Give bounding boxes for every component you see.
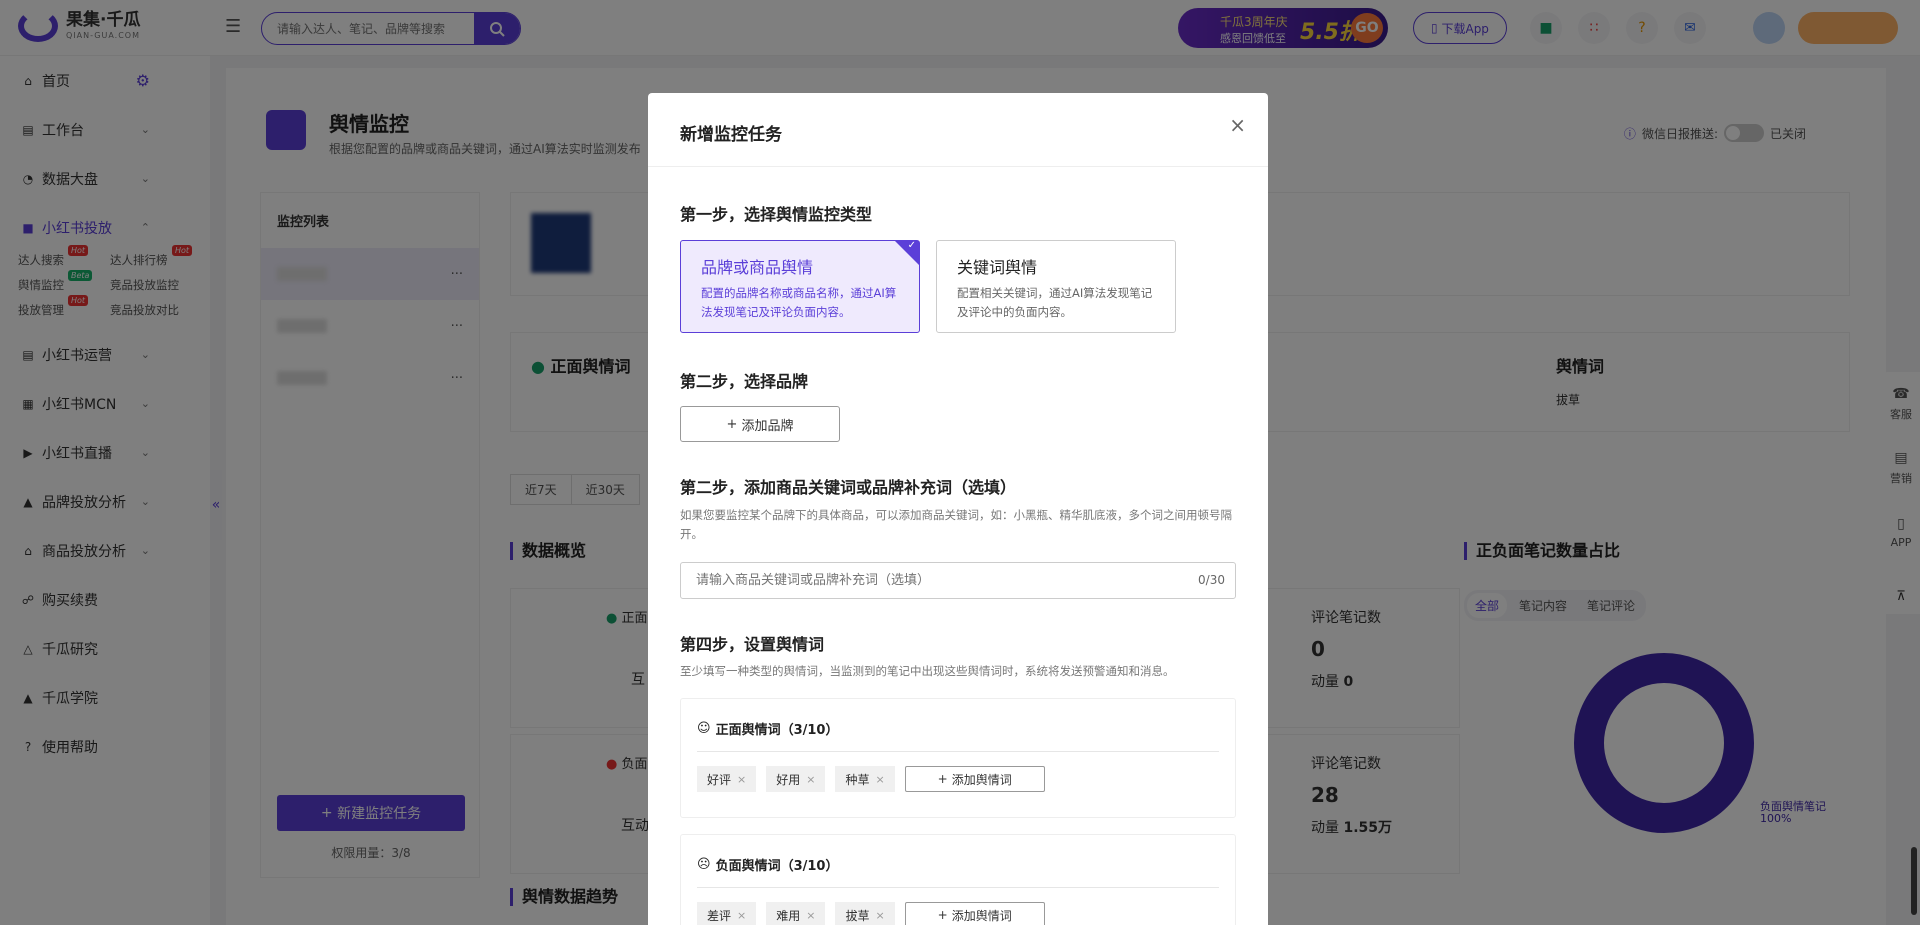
remove-icon[interactable]: × (806, 909, 815, 922)
negative-words-header: ☹ 负面舆情词（3/10） (697, 835, 1219, 888)
remove-icon[interactable]: × (875, 773, 884, 786)
keyword-input[interactable] (681, 563, 1161, 598)
close-icon[interactable]: × (1229, 113, 1246, 137)
tag-label: 好评 (707, 772, 732, 787)
plus-icon: + (726, 416, 738, 432)
tag-label: 难用 (776, 908, 801, 923)
smile-icon: ☺ (697, 721, 711, 736)
frown-icon: ☹ (697, 857, 711, 872)
positive-words-head-label: 正面舆情词（3/10） (715, 723, 839, 738)
step3-title: 第二步，添加商品关键词或品牌补充词（选填） (680, 478, 1017, 497)
step1-title: 第一步，选择舆情监控类型 (680, 205, 873, 224)
add-brand-label: 添加品牌 (741, 418, 794, 434)
positive-words-box: ☺ 正面舆情词（3/10） 好评 × 好用 × 种草 × + 添加舆情词 (680, 698, 1236, 818)
step4-title: 第四步，设置舆情词 (680, 635, 825, 654)
new-monitor-task-dialog: 新增监控任务 × 第一步，选择舆情监控类型 ✓ 品牌或商品舆情 配置的品牌名称或… (648, 93, 1268, 925)
plus-icon: + (937, 908, 948, 922)
keyword-tag: 差评 × (697, 902, 757, 925)
remove-icon[interactable]: × (737, 909, 746, 922)
negative-words-box: ☹ 负面舆情词（3/10） 差评 × 难用 × 拔草 × + 添加舆情词 (680, 834, 1236, 925)
type-option-desc: 配置相关关键词，通过AI算法发现笔记及评论中的负面内容。 (957, 286, 1153, 319)
remove-icon[interactable]: × (875, 909, 884, 922)
remove-icon[interactable]: × (737, 773, 746, 786)
add-word-label: 添加舆情词 (951, 908, 1012, 923)
negative-words-head-label: 负面舆情词（3/10） (715, 859, 839, 874)
keyword-tag: 好评 × (697, 766, 757, 792)
positive-words-header: ☺ 正面舆情词（3/10） (697, 699, 1219, 752)
negative-words-row: 差评 × 难用 × 拔草 × + 添加舆情词 (681, 888, 1235, 925)
keyword-tag: 难用 × (766, 902, 826, 925)
tag-label: 差评 (707, 908, 732, 923)
tag-label: 好用 (776, 772, 801, 787)
add-brand-button[interactable]: + 添加品牌 (680, 406, 840, 442)
dialog-title: 新增监控任务 (680, 125, 782, 145)
keyword-tag: 拔草 × (835, 902, 895, 925)
page-scrollbar[interactable] (1911, 847, 1917, 915)
plus-icon: + (937, 772, 948, 786)
step4-note: 至少填写一种类型的舆情词，当监测到的笔记中出现这些舆情词时，系统将发送预警通知和… (680, 664, 1175, 678)
check-icon: ✓ (907, 240, 916, 251)
type-option-desc: 配置的品牌名称或商品名称，通过AI算法发现笔记及评论负面内容。 (701, 286, 897, 319)
keyword-char-count: 0/30 (1198, 573, 1225, 587)
type-option-keyword[interactable]: 关键词舆情 配置相关关键词，通过AI算法发现笔记及评论中的负面内容。 (936, 240, 1176, 333)
add-word-label: 添加舆情词 (951, 772, 1012, 787)
step3-note: 如果您要监控某个品牌下的具体商品，可以添加商品关键词，如：小黑瓶、精华肌底液，多… (680, 508, 1232, 541)
keyword-tag: 好用 × (766, 766, 826, 792)
type-option-brand[interactable]: ✓ 品牌或商品舆情 配置的品牌名称或商品名称，通过AI算法发现笔记及评论负面内容… (680, 240, 920, 333)
dialog-header: 新增监控任务 × (648, 93, 1268, 167)
positive-words-row: 好评 × 好用 × 种草 × + 添加舆情词 (681, 752, 1235, 806)
add-positive-word-button[interactable]: + 添加舆情词 (904, 766, 1045, 792)
keyword-tag: 种草 × (835, 766, 895, 792)
type-option-title: 关键词舆情 (957, 258, 1038, 277)
add-negative-word-button[interactable]: + 添加舆情词 (904, 902, 1045, 925)
tag-label: 种草 (845, 772, 870, 787)
remove-icon[interactable]: × (806, 773, 815, 786)
step2-title: 第二步，选择品牌 (680, 372, 809, 391)
type-option-title: 品牌或商品舆情 (701, 258, 814, 277)
keyword-field: 0/30 (680, 562, 1236, 599)
tag-label: 拔草 (845, 908, 870, 923)
